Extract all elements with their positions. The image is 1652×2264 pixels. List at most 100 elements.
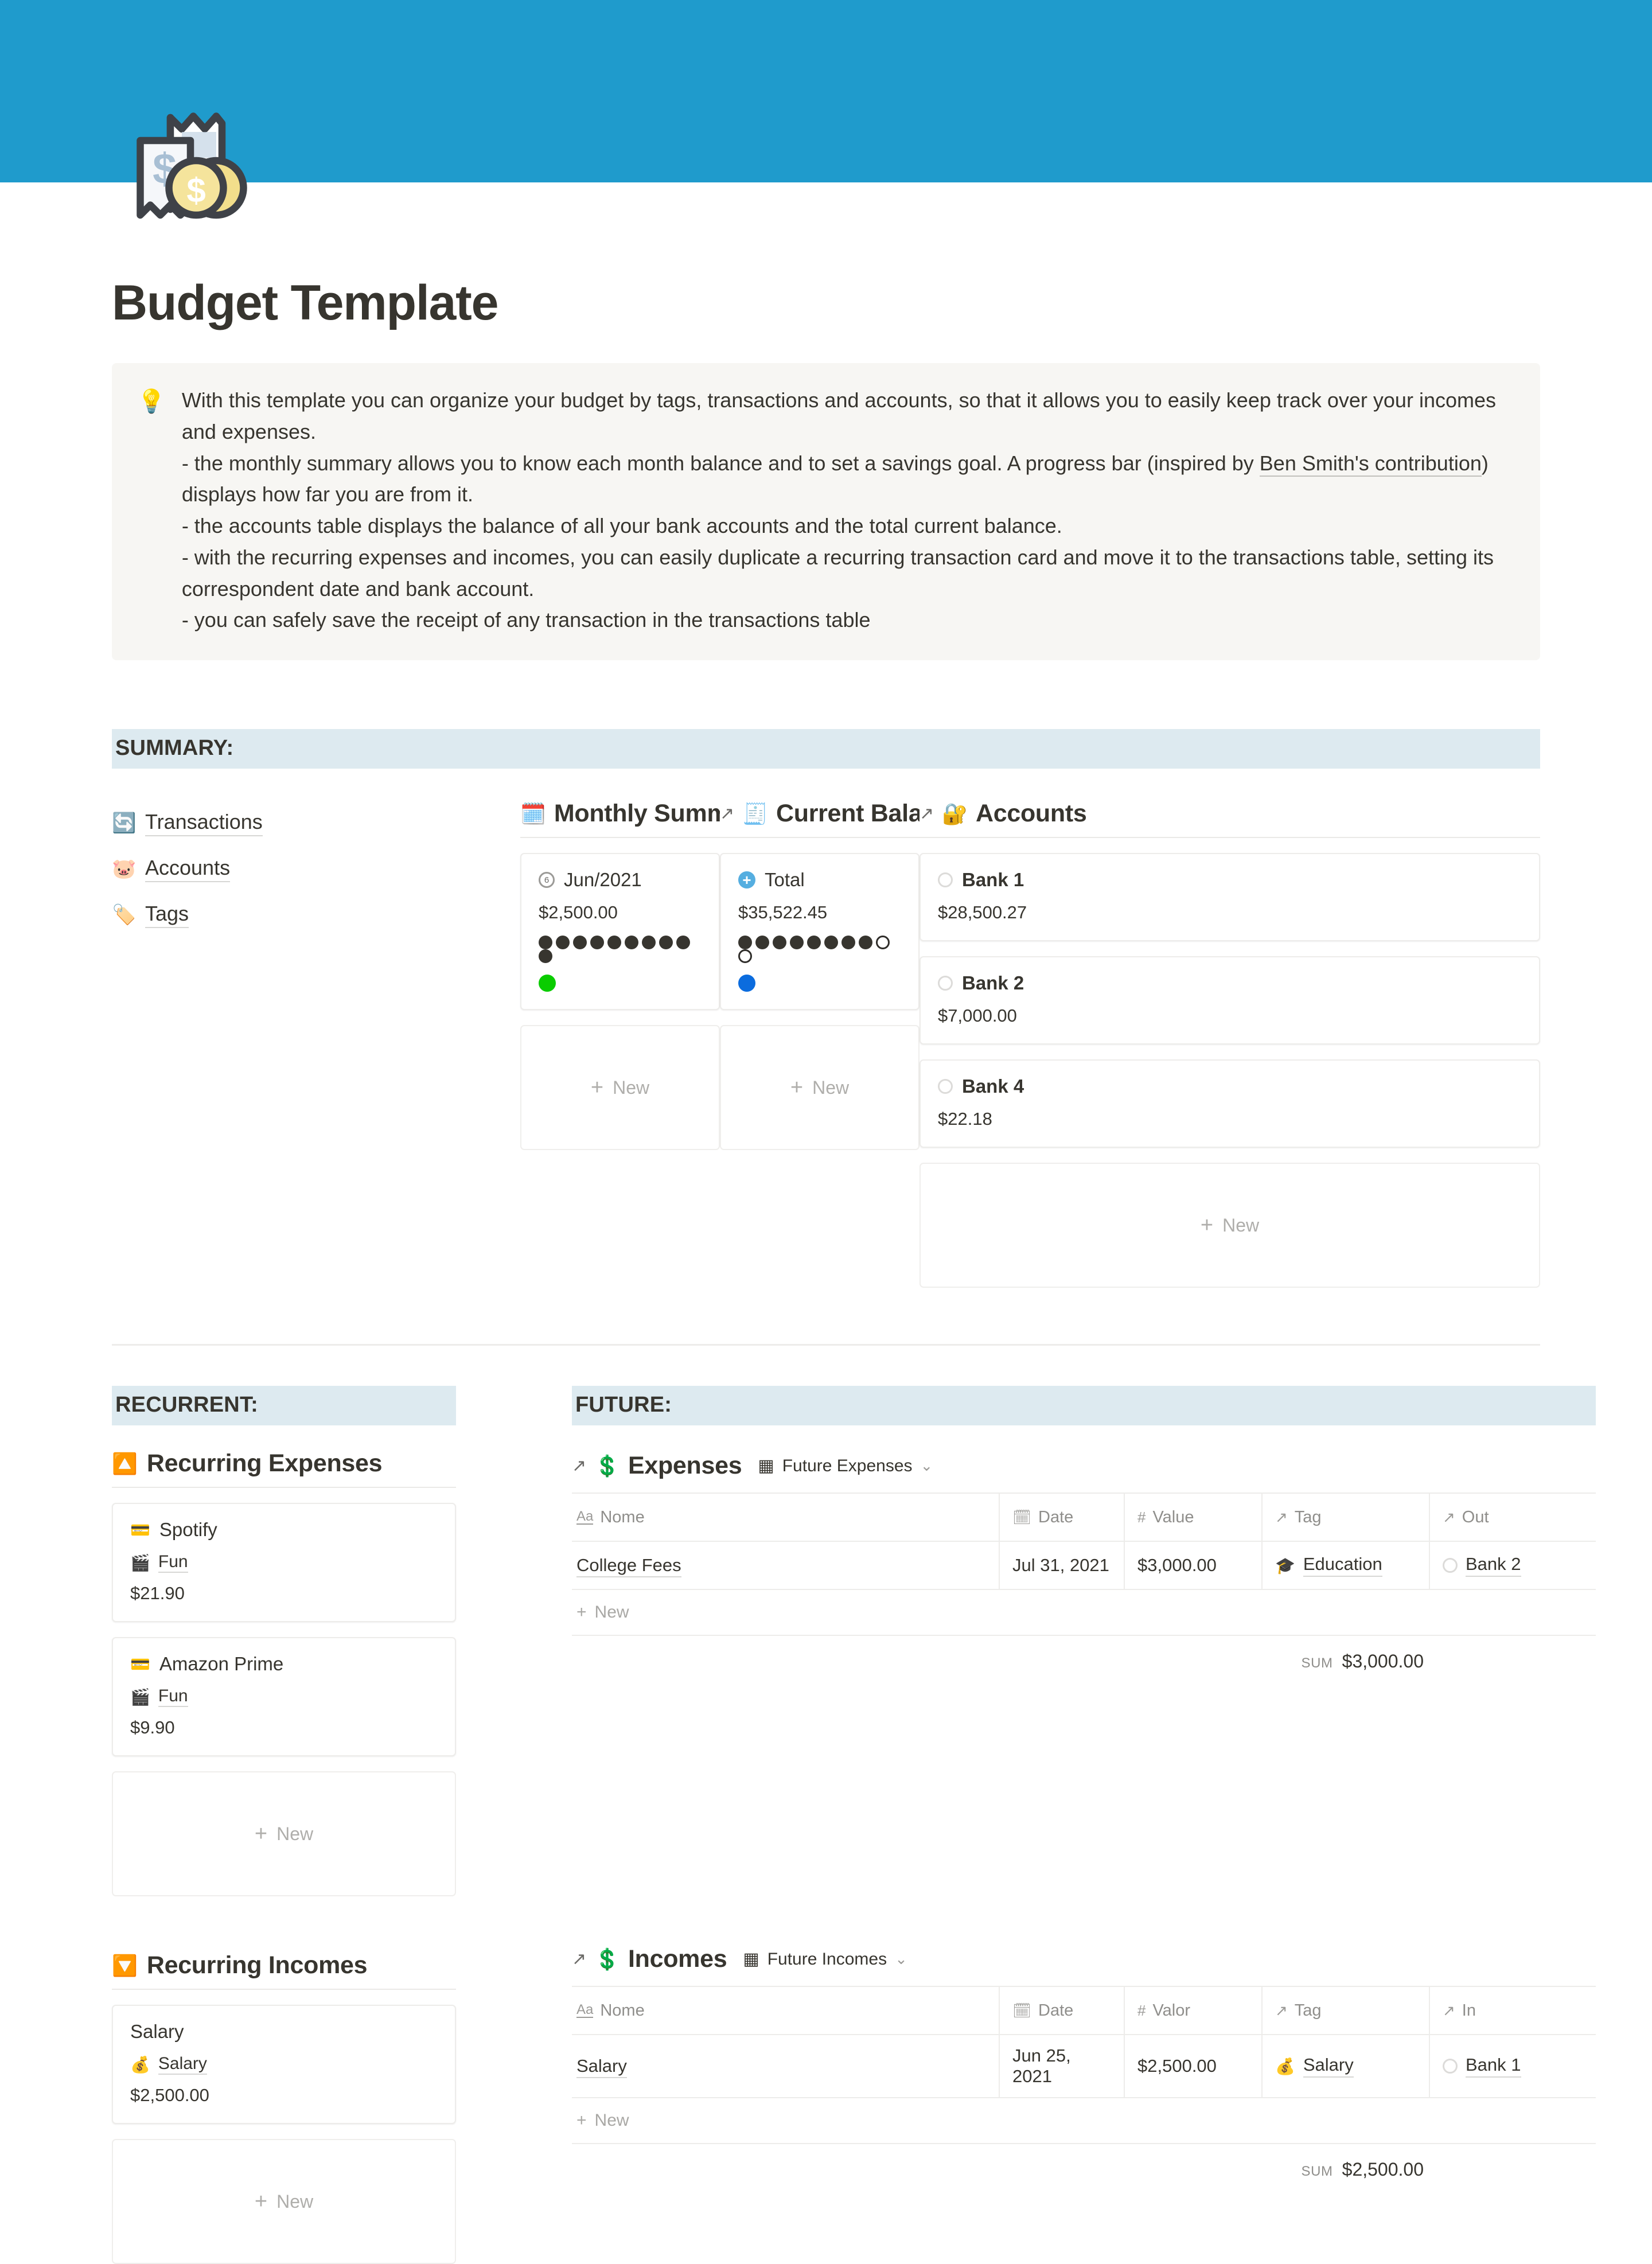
status-indicator [539,975,556,992]
number-icon: # [1137,1508,1146,1526]
table-view-icon[interactable]: ▦ [758,1456,774,1476]
accounts-title: Accounts [975,800,1087,828]
account-card[interactable]: Bank 4 $22.18 [919,1059,1540,1148]
expenses-view-name[interactable]: Future Expenses [782,1456,913,1476]
incomes-table-header[interactable]: ↗ 💲 Incomes ▦ Future Incomes ⌄ [572,1945,1596,1973]
column-header-nome[interactable]: Aa Nome [572,1493,1000,1542]
cell-nome[interactable]: Salary [572,2034,1000,2099]
account-card[interactable]: Bank 1 $28,500.27 [919,853,1540,942]
cell-tag[interactable]: 💰 Salary [1262,2034,1430,2099]
ben-smith-contribution-link[interactable]: Ben Smith's contribution [1259,451,1482,477]
callout-line-4: - with the recurring expenses and income… [181,545,1494,601]
credit-card-icon: 💳 [130,1521,150,1539]
cell-date[interactable]: Jun 25, 2021 [999,2034,1125,2099]
plus-icon: + [790,1075,804,1100]
cell-in-account[interactable]: Bank 1 [1429,2034,1596,2099]
new-label: New [812,1077,850,1098]
clapperboard-icon: 🎬 [130,1688,150,1706]
card-value: $2,500.00 [539,902,618,923]
column-header-valor[interactable]: # Valor [1124,1986,1263,2036]
recurring-incomes-new-card-button[interactable]: + New [112,2139,456,2264]
incomes-new-row-button[interactable]: + New [572,2098,1596,2145]
card-name: Bank 4 [962,1076,1024,1097]
column-header-tag[interactable]: ↗ Tag [1262,1493,1430,1542]
current-balance-board: ↗ 🧾 Current Balance + Total $35,522.45 +… [720,800,919,1288]
expenses-table-header[interactable]: ↗ 💲 Expenses ▦ Future Expenses ⌄ [572,1452,1596,1480]
table-view-icon[interactable]: ▦ [743,1949,759,1969]
monthly-summary-new-card-button[interactable]: + New [520,1025,720,1151]
open-link-icon[interactable]: ↗ [572,1949,586,1969]
open-link-icon[interactable]: ↗ [919,804,934,824]
safe-icon: 🔐 [942,801,968,825]
table-row[interactable]: College Fees Jul 31, 2021 $3,000.00 🎓 Edu… [572,1541,1596,1591]
recurring-expenses-header[interactable]: 🔼 Recurring Expenses [112,1449,456,1488]
card-name: Salary [130,2021,184,2043]
quick-link-transactions[interactable]: 🔄 Transactions [112,810,520,837]
card-tag[interactable]: Salary [158,2054,207,2075]
accounts-header[interactable]: ↗ 🔐 Accounts [919,800,1540,839]
clapperboard-icon: 🎬 [130,1553,150,1572]
recurring-expense-card[interactable]: 💳 Amazon Prime 🎬 Fun $9.90 [112,1637,456,1757]
monthly-summary-card[interactable]: 6 Jun/2021 $2,500.00 [520,853,720,1011]
recurring-incomes-header[interactable]: 🔽 Recurring Incomes [112,1951,456,1990]
receipt-icon: 🧾 [742,801,768,825]
incomes-title: Incomes [628,1945,727,1973]
new-label: New [1222,1214,1260,1236]
column-header-nome[interactable]: Aa Nome [572,1986,1000,2036]
piggy-bank-icon: 🐷 [112,858,137,880]
open-link-icon[interactable]: ↗ [572,1456,586,1476]
plus-icon: + [254,2189,268,2214]
current-balance-new-card-button[interactable]: + New [720,1025,919,1151]
card-name: Bank 2 [962,972,1024,994]
recurring-expenses-new-card-button[interactable]: + New [112,1771,456,1897]
accounts-new-card-button[interactable]: + New [919,1163,1540,1288]
column-header-in[interactable]: ↗ In [1429,1986,1596,2036]
cell-date[interactable]: Jul 31, 2021 [999,1541,1125,1591]
balance-progress-bar [738,936,901,964]
incomes-view-name[interactable]: Future Incomes [767,1950,887,1969]
quick-links-list: 🔄 Transactions 🐷 Accounts 🏷️ Tags [112,800,520,1288]
chevron-down-icon[interactable]: ⌄ [921,1457,933,1475]
section-divider [112,1344,1540,1346]
quick-link-tags[interactable]: 🏷️ Tags [112,902,520,929]
recurring-income-card[interactable]: Salary 💰 Salary $2,500.00 [112,2005,456,2125]
cell-nome[interactable]: College Fees [572,1541,1000,1591]
new-label: New [276,2191,314,2212]
monthly-summary-header[interactable]: 🗓️ Monthly Summary ▦ ⌄ [520,800,720,839]
column-header-out[interactable]: ↗ Out [1429,1493,1596,1542]
graduation-cap-icon: 🎓 [1275,1556,1295,1575]
chevron-down-icon[interactable]: ⌄ [895,1950,907,1968]
monthly-summary-title: Monthly Summary [554,800,720,828]
arrow-down-circle-icon: 🔽 [112,1953,138,1977]
card-tag[interactable]: Fun [158,1686,188,1708]
recurring-expenses-title: Recurring Expenses [146,1449,383,1478]
sum-value: $3,000.00 [1342,1651,1424,1672]
column-header-date[interactable]: 🗓 Date [999,1986,1125,2036]
tag-icon: 🏷️ [112,904,137,926]
callout-line-3: - the accounts table displays the balanc… [181,514,1062,538]
card-value: $9.90 [130,1717,175,1738]
table-row[interactable]: Salary Jun 25, 2021 $2,500.00 💰 Salary Ba… [572,2034,1596,2099]
cell-tag[interactable]: 🎓 Education [1262,1541,1430,1591]
column-header-value[interactable]: # Value [1124,1493,1263,1542]
open-link-icon[interactable]: ↗ [720,804,734,824]
card-tag[interactable]: Fun [158,1552,188,1573]
select-circle-icon [938,1079,953,1094]
column-header-tag[interactable]: ↗ Tag [1262,1986,1430,2036]
calendar-small-icon: 🗓 [1012,1508,1032,1526]
column-header-date[interactable]: 🗓 Date [999,1493,1125,1542]
select-circle-icon [1443,2059,1458,2074]
cell-value[interactable]: $2,500.00 [1124,2034,1263,2099]
current-balance-header[interactable]: ↗ 🧾 Current Balance [720,800,919,839]
table-header-row: Aa Nome 🗓 Date # Valor ↗ Tag ↗ In [572,1986,1596,2036]
expenses-new-row-button[interactable]: + New [572,1590,1596,1636]
current-balance-card[interactable]: + Total $35,522.45 [720,853,919,1011]
arrow-up-circle-icon: 🔼 [112,1451,138,1475]
incomes-table: Aa Nome 🗓 Date # Valor ↗ Tag ↗ In Salary Jun … [572,1986,1596,2099]
cell-out-account[interactable]: Bank 2 [1429,1541,1596,1591]
quick-link-label: Transactions [145,810,263,837]
recurring-expense-card[interactable]: 💳 Spotify 🎬 Fun $21.90 [112,1503,456,1623]
account-card[interactable]: Bank 2 $7,000.00 [919,956,1540,1045]
cell-value[interactable]: $3,000.00 [1124,1541,1263,1591]
quick-link-accounts[interactable]: 🐷 Accounts [112,856,520,883]
